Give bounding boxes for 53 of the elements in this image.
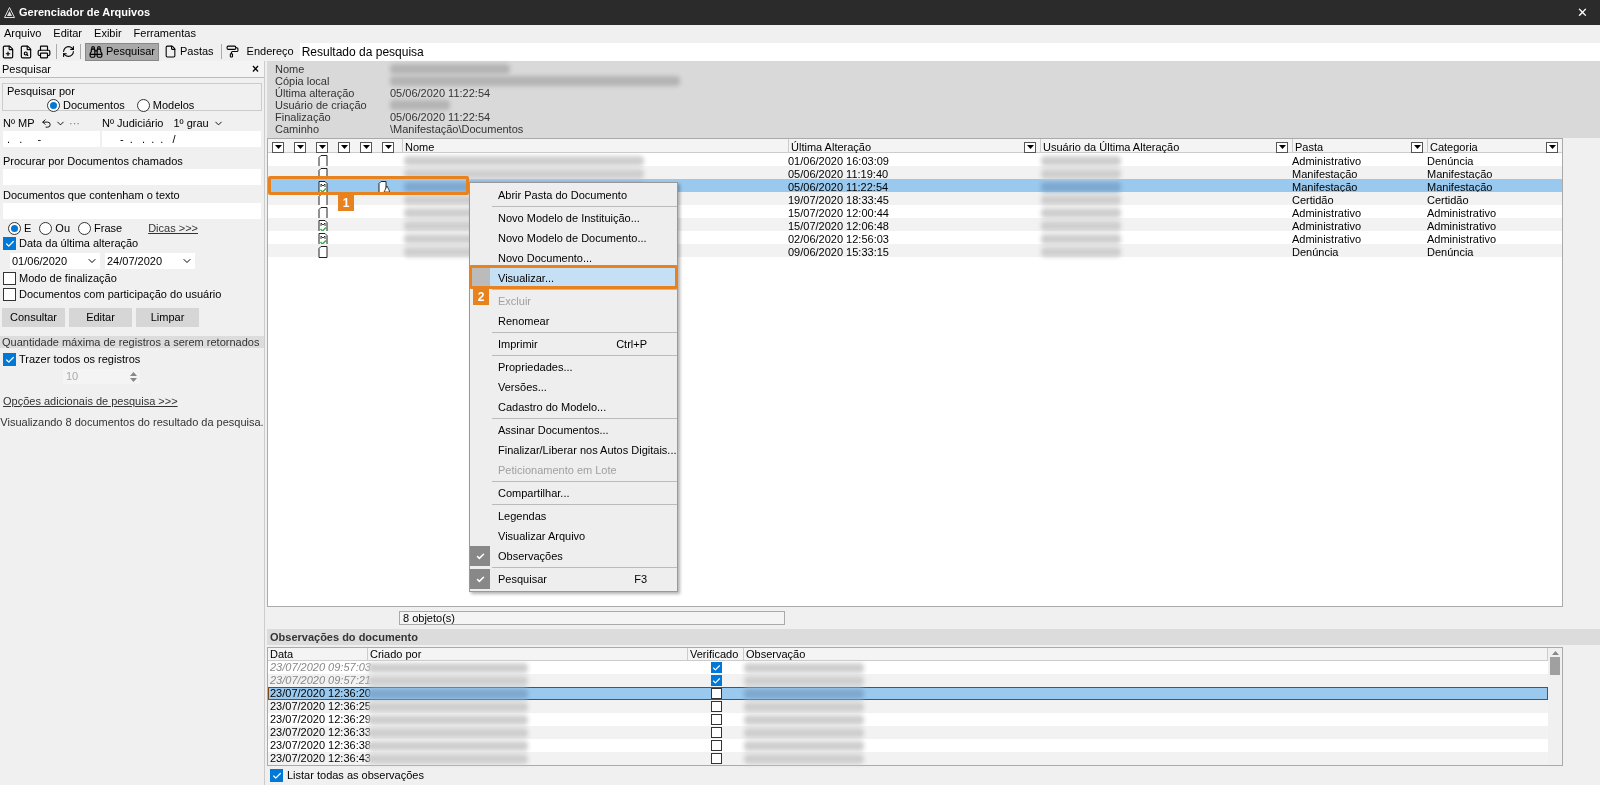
table-cell-text: Administrativo xyxy=(1292,206,1363,221)
table-cell-text: Manifestação xyxy=(1292,167,1359,182)
radio-label: Ou xyxy=(55,221,71,237)
status-field: 8 objeto(s) xyxy=(399,611,785,625)
window-title: Gerenciador de Arquivos xyxy=(19,5,152,21)
field-label: Nº Judiciário xyxy=(102,115,164,131)
table-cell-text: 01/06/2020 16:03:09 xyxy=(788,154,890,169)
table-cell-text: 05/06/2020 11:22:54 xyxy=(788,180,890,195)
section-header: Observações do documento xyxy=(267,629,1600,645)
table-cell-text: Administrativo xyxy=(1292,154,1363,169)
table-cell-text: 15/07/2020 12:00:44 xyxy=(788,206,890,221)
table-cell-text: 09/06/2020 15:33:15 xyxy=(788,245,890,260)
grade-label: 1º grau xyxy=(173,115,209,131)
field-label: Nº MP xyxy=(3,115,36,131)
table-cell-text: Manifestação xyxy=(1292,180,1359,195)
radio-label: Modelos xyxy=(152,98,195,113)
section-header: Quantidade máxima de registros a serem retornados xyxy=(0,336,264,348)
panel-title: Pesquisar xyxy=(2,61,51,77)
table-cell-text: Denúncia xyxy=(1292,245,1340,260)
checkbox-label: Listar todas as observações xyxy=(287,768,424,784)
radio-label: Frase xyxy=(94,221,123,237)
table-cell-text: Denúncia xyxy=(1427,245,1475,260)
info-label: Última alteração xyxy=(275,86,356,101)
table-cell-text: 15/07/2020 12:06:48 xyxy=(788,219,890,234)
table-cell-text: Denúncia xyxy=(1427,154,1475,169)
checkbox-label: Documentos com participação do usuário xyxy=(19,287,222,303)
group-label: Pesquisar por xyxy=(7,85,76,97)
results-summary: Visualizando 8 documentos do resultado da pesquisa. xyxy=(0,414,264,430)
table-cell-text: Certidão xyxy=(1427,193,1470,208)
table-cell-text: 19/07/2020 18:33:45 xyxy=(788,193,890,208)
table-cell-text: 02/06/2020 12:56:03 xyxy=(788,232,890,247)
table-cell-text: Manifestação xyxy=(1427,167,1494,182)
field-label: Documentos que contenham o texto xyxy=(2,189,181,201)
checkbox-label: Modo de finalização xyxy=(19,271,117,287)
table-cell-text: Administrativo xyxy=(1427,232,1498,247)
radio-label: E xyxy=(24,221,32,237)
info-value: 05/06/2020 11:22:54 xyxy=(390,85,491,101)
checkbox-label: Data da última alteração xyxy=(19,236,139,252)
table-cell-text: Manifestação xyxy=(1427,180,1494,195)
callout-number: 1 xyxy=(338,195,354,211)
radio-label: Documentos xyxy=(63,98,125,113)
table-cell-text: Administrativo xyxy=(1427,206,1498,221)
address-label: Endereço xyxy=(246,44,294,60)
checkbox-label: Trazer todos os registros xyxy=(19,352,141,368)
table-cell-text: Administrativo xyxy=(1292,219,1363,234)
table-cell-text: 05/06/2020 11:19:40 xyxy=(788,167,890,182)
callout-number: 2 xyxy=(473,289,489,305)
table-cell-text: Administrativo xyxy=(1427,219,1498,234)
table-cell-text: Certidão xyxy=(1292,193,1335,208)
info-label: Caminho xyxy=(275,122,320,137)
table-cell-text: 23/07/2020 09:57:21 xyxy=(269,674,368,687)
table-cell-text: Administrativo xyxy=(1292,232,1363,247)
field-label: Procurar por Documentos chamados xyxy=(2,155,184,167)
